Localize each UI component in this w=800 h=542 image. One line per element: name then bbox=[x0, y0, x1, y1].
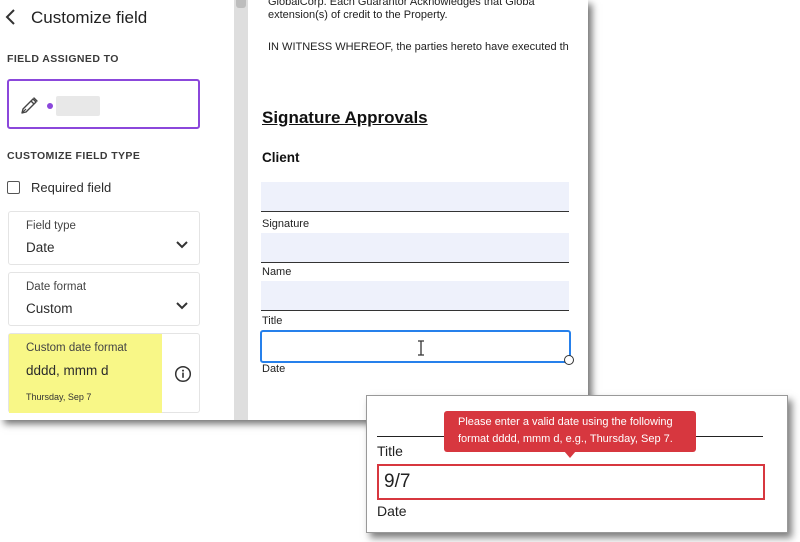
custom-date-format-preview: Thursday, Sep 7 bbox=[26, 392, 92, 402]
scrollbar-thumb[interactable] bbox=[236, 0, 246, 8]
text-cursor-icon bbox=[418, 340, 424, 356]
field-type-label: Field type bbox=[26, 220, 76, 232]
info-icon bbox=[174, 365, 192, 383]
main-window: Customize field FIELD ASSIGNED TO CUSTOM… bbox=[0, 0, 588, 420]
doc-text-line: IN WITNESS WHEREOF, the parties hereto h… bbox=[268, 41, 569, 53]
document-view: GlobalCorp. Each Guarantor Acknowledges … bbox=[248, 0, 588, 420]
back-button[interactable] bbox=[2, 6, 20, 28]
customize-field-type-label: CUSTOMIZE FIELD TYPE bbox=[7, 150, 141, 162]
validation-error-tooltip: Please enter a valid date using the foll… bbox=[444, 411, 696, 452]
field-type-dropdown[interactable]: Field type Date bbox=[8, 211, 200, 265]
error-callout-inset: Title 9/7 Date Please enter a valid date… bbox=[366, 395, 788, 533]
date-format-value: Custom bbox=[26, 301, 73, 316]
panel-divider bbox=[234, 0, 248, 420]
assignee-name-redacted bbox=[56, 96, 100, 116]
inset-date-label: Date bbox=[377, 503, 407, 519]
assignee-selector[interactable] bbox=[7, 79, 200, 129]
date-format-dropdown[interactable]: Date format Custom bbox=[8, 272, 200, 326]
error-message-line-1: Please enter a valid date using the foll… bbox=[458, 416, 673, 428]
customize-field-panel: Customize field FIELD ASSIGNED TO CUSTOM… bbox=[0, 0, 234, 420]
chevron-down-icon bbox=[176, 302, 188, 310]
resize-handle[interactable] bbox=[564, 355, 574, 365]
error-message-line-2: format dddd, mmm d, e.g., Thursday, Sep … bbox=[458, 433, 673, 445]
title-field[interactable] bbox=[261, 281, 569, 311]
assignee-color-dot bbox=[47, 103, 53, 109]
custom-date-format-field: Custom date format Thursday, Sep 7 bbox=[8, 333, 200, 413]
info-button[interactable] bbox=[174, 365, 192, 383]
field-caption-name: Name bbox=[262, 266, 292, 278]
doc-subheading: Client bbox=[262, 150, 300, 165]
field-caption-title: Title bbox=[262, 315, 283, 327]
panel-header: Customize field bbox=[0, 0, 234, 36]
chevron-down-icon bbox=[176, 241, 188, 249]
signature-field[interactable] bbox=[261, 182, 569, 212]
panel-title: Customize field bbox=[31, 8, 148, 27]
field-caption-signature: Signature bbox=[262, 218, 310, 230]
chevron-left-icon bbox=[5, 9, 15, 25]
date-field-selected[interactable] bbox=[260, 330, 571, 363]
inset-date-value: 9/7 bbox=[384, 471, 411, 492]
tooltip-arrow bbox=[564, 451, 576, 458]
custom-date-format-input[interactable] bbox=[21, 359, 151, 381]
name-field[interactable] bbox=[261, 233, 569, 263]
field-type-value: Date bbox=[26, 240, 55, 255]
date-format-label: Date format bbox=[26, 281, 87, 293]
custom-date-format-label: Custom date format bbox=[26, 342, 127, 354]
inset-title-label: Title bbox=[377, 443, 403, 459]
doc-heading: Signature Approvals bbox=[262, 108, 428, 127]
doc-text-line: GlobalCorp. Each Guarantor Acknowledges … bbox=[268, 0, 535, 8]
doc-text-line: extension(s) of credit to the Property. bbox=[268, 9, 448, 21]
field-caption-date: Date bbox=[262, 363, 286, 375]
inset-date-field-invalid[interactable]: 9/7 bbox=[377, 464, 765, 500]
required-field-toggle[interactable]: Required field bbox=[7, 178, 111, 196]
pen-icon bbox=[21, 97, 38, 114]
field-assigned-to-label: FIELD ASSIGNED TO bbox=[7, 53, 119, 65]
required-field-label: Required field bbox=[31, 179, 112, 195]
required-field-checkbox[interactable] bbox=[7, 180, 20, 194]
